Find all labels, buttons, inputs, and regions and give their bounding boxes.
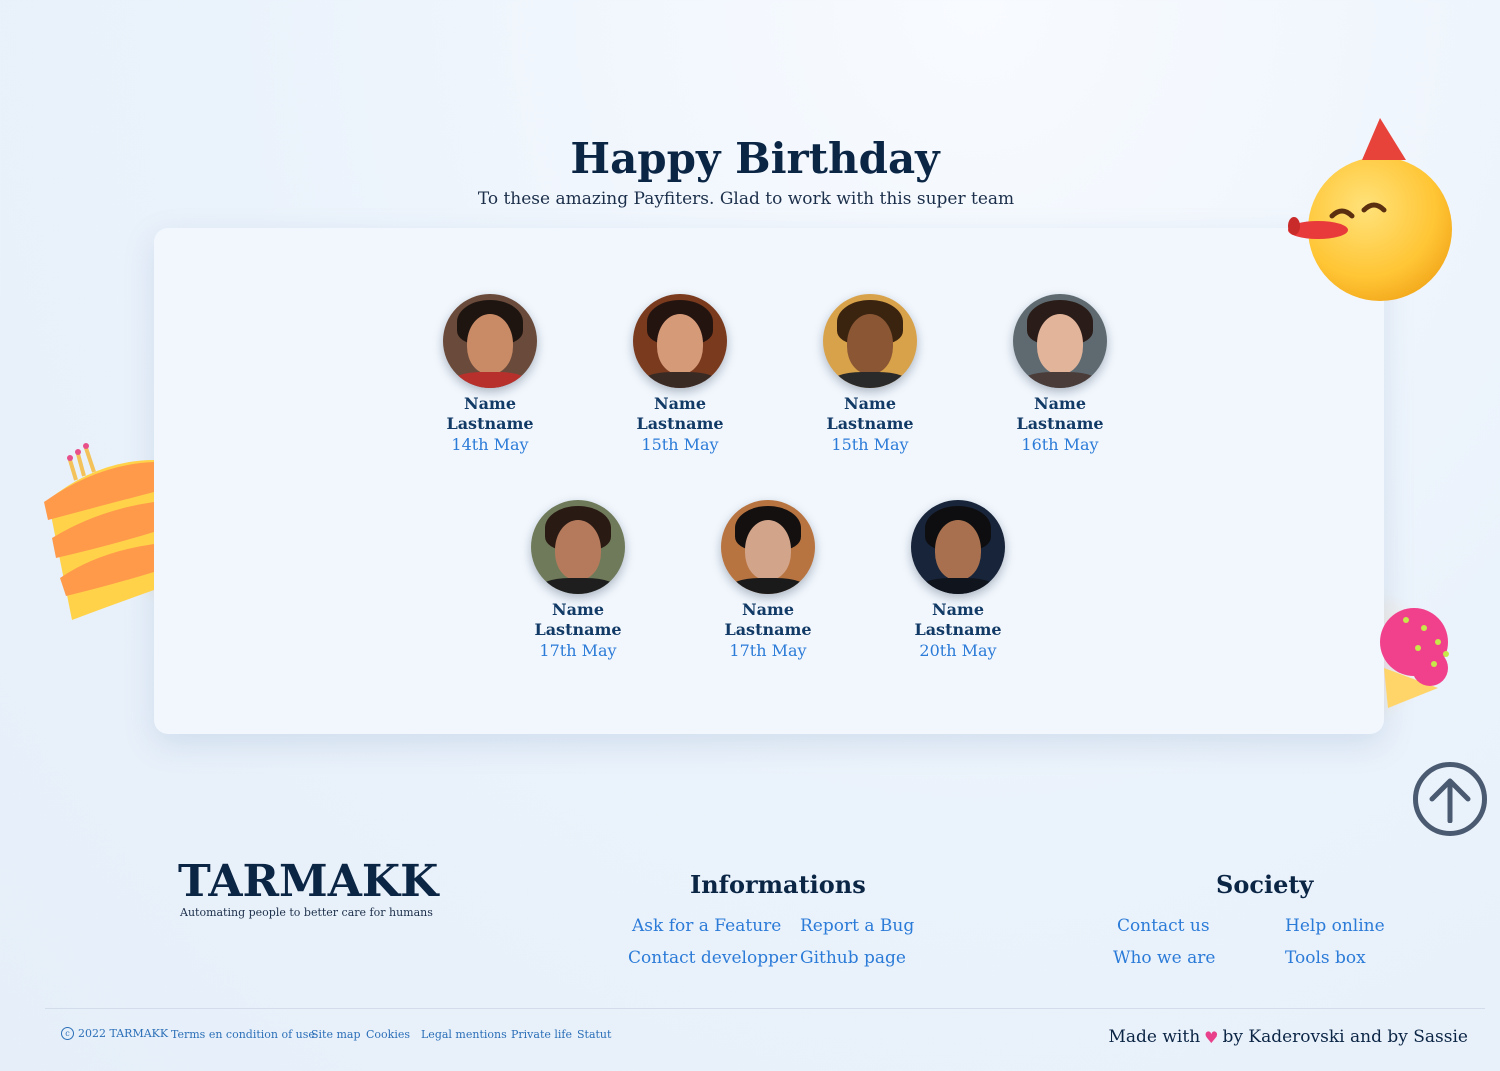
site-map-link[interactable]: Site map (311, 1028, 361, 1041)
person-card: Name Lastname 16th May (990, 294, 1130, 456)
person-last-name: Lastname (446, 414, 534, 433)
footer-divider (45, 1008, 1485, 1009)
person-birthday-date: 20th May (919, 641, 997, 660)
person-birthday-date: 15th May (831, 435, 909, 454)
person-first-name: Name (843, 394, 897, 413)
brand-tagline: Automating people to better care for hum… (180, 906, 433, 919)
person-card: Name Lastname 17th May (508, 500, 648, 662)
contact-developer-link[interactable]: Contact developper (628, 948, 797, 968)
person-first-name: Name (653, 394, 707, 413)
terms-link[interactable]: Terms en condition of use (171, 1028, 315, 1041)
person-card: Name Lastname 15th May (800, 294, 940, 456)
copyright-text: 2022 TARMAKK (78, 1027, 169, 1040)
brand-name: TARMAKK (178, 856, 439, 907)
made-with-credit: Made with ♥ by Kaderovski and by Sassie (1108, 1027, 1468, 1047)
informations-heading: Informations (690, 870, 866, 899)
tools-box-link[interactable]: Tools box (1285, 948, 1366, 968)
page-subtitle: To these amazing Payfiters. Glad to work… (477, 189, 1015, 209)
github-page-link[interactable]: Github page (800, 948, 906, 968)
private-life-link[interactable]: Private life (511, 1028, 572, 1041)
heart-icon: ♥ (1204, 1027, 1219, 1047)
statut-link[interactable]: Statut (577, 1028, 611, 1041)
avatar (531, 500, 625, 594)
person-birthday-date: 15th May (641, 435, 719, 454)
person-birthday-date: 17th May (729, 641, 807, 660)
arrow-up-icon (1429, 778, 1471, 823)
brand: TARMAKK Automating people to better care… (178, 856, 439, 920)
person-first-name: Name (1033, 394, 1087, 413)
party-emoji (1288, 118, 1452, 301)
person-last-name: Lastname (636, 414, 724, 433)
person-last-name: Lastname (534, 620, 622, 639)
help-online-link[interactable]: Help online (1285, 916, 1385, 936)
person-first-name: Name (551, 600, 605, 619)
avatar (823, 294, 917, 388)
person-birthday-date: 14th May (451, 435, 529, 454)
contact-us-link[interactable]: Contact us (1117, 916, 1210, 936)
avatar (1013, 294, 1107, 388)
person-first-name: Name (931, 600, 985, 619)
legal-mentions-link[interactable]: Legal mentions (421, 1028, 507, 1041)
report-bug-link[interactable]: Report a Bug (800, 916, 914, 936)
person-birthday-date: 16th May (1021, 435, 1099, 454)
cookies-link[interactable]: Cookies (366, 1028, 410, 1041)
avatar (721, 500, 815, 594)
person-last-name: Lastname (1016, 414, 1104, 433)
scroll-to-top-button[interactable] (1413, 762, 1487, 836)
birthday-card: Name Lastname 14th May Name Lastname 15t… (154, 228, 1384, 734)
birthday-cake (44, 443, 154, 620)
avatar (633, 294, 727, 388)
person-card: Name Lastname 20th May (888, 500, 1028, 662)
person-birthday-date: 17th May (539, 641, 617, 660)
copyright: c 2022 TARMAKK (61, 1027, 168, 1040)
society-heading: Society (1216, 870, 1314, 899)
person-card: Name Lastname 17th May (698, 500, 838, 662)
person-card: Name Lastname 14th May (420, 294, 560, 456)
person-card: Name Lastname 15th May (610, 294, 750, 456)
person-last-name: Lastname (826, 414, 914, 433)
avatar (911, 500, 1005, 594)
ask-feature-link[interactable]: Ask for a Feature (632, 916, 781, 936)
ice-cream (1380, 608, 1449, 708)
copyright-icon: c (61, 1027, 74, 1040)
made-with-suffix: by Kaderovski and by Sassie (1222, 1027, 1469, 1047)
person-first-name: Name (463, 394, 517, 413)
person-first-name: Name (741, 600, 795, 619)
made-with-prefix: Made with (1108, 1027, 1201, 1047)
person-last-name: Lastname (914, 620, 1002, 639)
who-we-are-link[interactable]: Who we are (1113, 948, 1215, 968)
avatar (443, 294, 537, 388)
person-last-name: Lastname (724, 620, 812, 639)
page-title: Happy Birthday (570, 134, 940, 183)
